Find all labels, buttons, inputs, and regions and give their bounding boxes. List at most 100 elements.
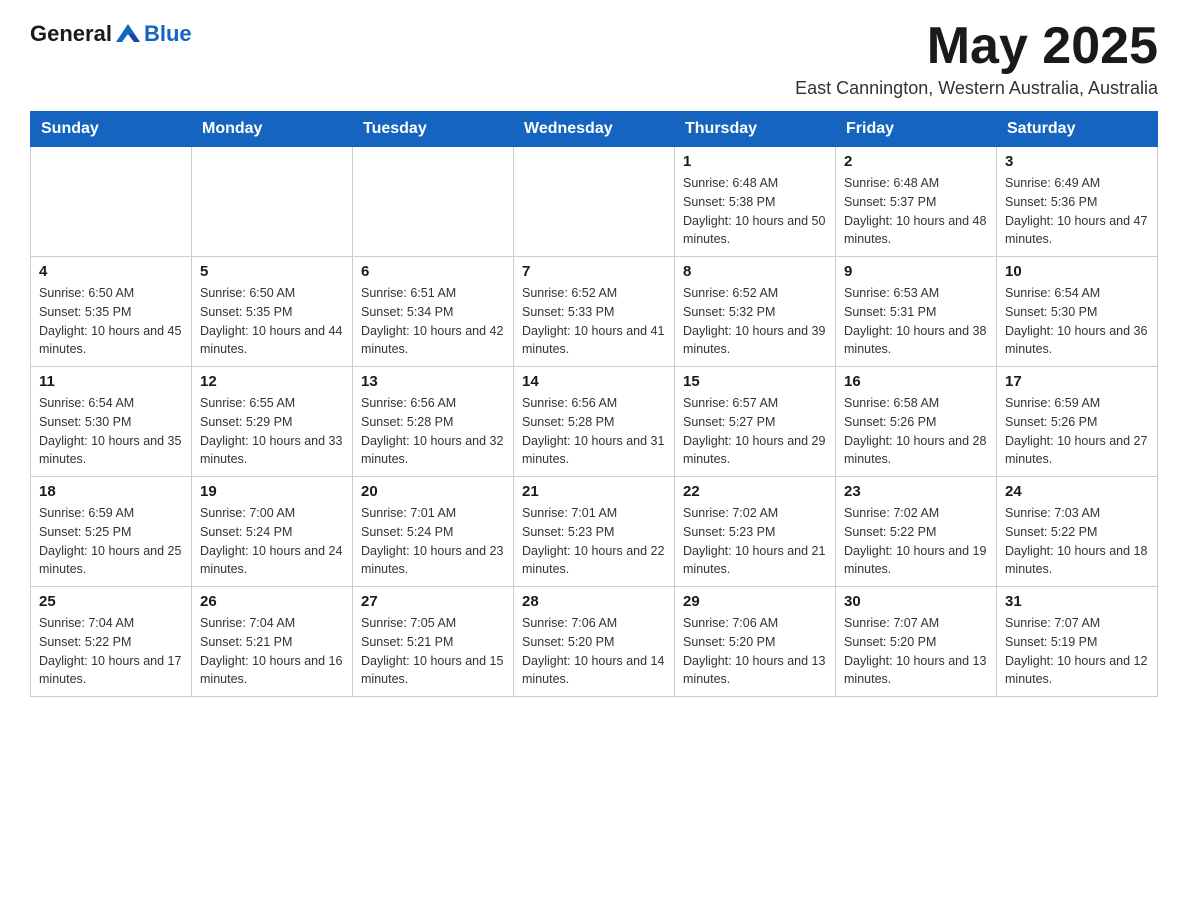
calendar-cell: 6 Sunrise: 6:51 AMSunset: 5:34 PMDaylight… bbox=[353, 257, 514, 367]
day-number: 21 bbox=[522, 483, 666, 500]
day-info: Sunrise: 6:58 AMSunset: 5:26 PMDaylight:… bbox=[844, 394, 988, 469]
day-number: 23 bbox=[844, 483, 988, 500]
calendar-cell: 15 Sunrise: 6:57 AMSunset: 5:27 PMDayligh… bbox=[675, 367, 836, 477]
calendar-cell: 1 Sunrise: 6:48 AMSunset: 5:38 PMDaylight… bbox=[675, 147, 836, 257]
day-info: Sunrise: 6:55 AMSunset: 5:29 PMDaylight:… bbox=[200, 394, 344, 469]
day-info: Sunrise: 6:56 AMSunset: 5:28 PMDaylight:… bbox=[522, 394, 666, 469]
month-title: May 2025 bbox=[927, 20, 1158, 72]
page-header: General Blue May 2025 bbox=[30, 20, 1158, 72]
day-number: 6 bbox=[361, 263, 505, 280]
day-info: Sunrise: 7:04 AMSunset: 5:22 PMDaylight:… bbox=[39, 614, 183, 689]
calendar-cell: 7Sunrise: 6:52 AMSunset: 5:33 PMDaylight… bbox=[514, 257, 675, 367]
calendar-cell: 21 Sunrise: 7:01 AMSunset: 5:23 PMDayligh… bbox=[514, 477, 675, 587]
day-number: 10 bbox=[1005, 263, 1149, 280]
day-info: Sunrise: 7:01 AMSunset: 5:23 PMDaylight:… bbox=[522, 504, 666, 579]
calendar-cell: 31 Sunrise: 7:07 AMSunset: 5:19 PMDayligh… bbox=[997, 587, 1158, 697]
day-number: 28 bbox=[522, 593, 666, 610]
calendar-cell: 25Sunrise: 7:04 AMSunset: 5:22 PMDayligh… bbox=[31, 587, 192, 697]
calendar-cell: 13 Sunrise: 6:56 AMSunset: 5:28 PMDayligh… bbox=[353, 367, 514, 477]
day-number: 4 bbox=[39, 263, 183, 280]
weekday-header-saturday: Saturday bbox=[997, 112, 1158, 147]
day-number: 11 bbox=[39, 373, 183, 390]
day-info: Sunrise: 7:01 AMSunset: 5:24 PMDaylight:… bbox=[361, 504, 505, 579]
day-number: 29 bbox=[683, 593, 827, 610]
day-info: Sunrise: 6:48 AMSunset: 5:37 PMDaylight:… bbox=[844, 174, 988, 249]
day-number: 13 bbox=[361, 373, 505, 390]
calendar-cell: 12 Sunrise: 6:55 AMSunset: 5:29 PMDayligh… bbox=[192, 367, 353, 477]
day-info: Sunrise: 6:59 AMSunset: 5:25 PMDaylight:… bbox=[39, 504, 183, 579]
calendar-cell: 17Sunrise: 6:59 AMSunset: 5:26 PMDayligh… bbox=[997, 367, 1158, 477]
calendar-week-row: 18 Sunrise: 6:59 AMSunset: 5:25 PMDayligh… bbox=[31, 477, 1158, 587]
calendar-cell: 30Sunrise: 7:07 AMSunset: 5:20 PMDayligh… bbox=[836, 587, 997, 697]
calendar-cell: 20 Sunrise: 7:01 AMSunset: 5:24 PMDayligh… bbox=[353, 477, 514, 587]
weekday-header-thursday: Thursday bbox=[675, 112, 836, 147]
day-number: 14 bbox=[522, 373, 666, 390]
calendar-cell: 22 Sunrise: 7:02 AMSunset: 5:23 PMDayligh… bbox=[675, 477, 836, 587]
weekday-header-wednesday: Wednesday bbox=[514, 112, 675, 147]
day-info: Sunrise: 6:57 AMSunset: 5:27 PMDaylight:… bbox=[683, 394, 827, 469]
calendar-cell: 2 Sunrise: 6:48 AMSunset: 5:37 PMDaylight… bbox=[836, 147, 997, 257]
day-number: 15 bbox=[683, 373, 827, 390]
day-info: Sunrise: 6:51 AMSunset: 5:34 PMDaylight:… bbox=[361, 284, 505, 359]
day-info: Sunrise: 7:04 AMSunset: 5:21 PMDaylight:… bbox=[200, 614, 344, 689]
day-number: 18 bbox=[39, 483, 183, 500]
calendar-cell: 9 Sunrise: 6:53 AMSunset: 5:31 PMDaylight… bbox=[836, 257, 997, 367]
day-info: Sunrise: 6:54 AMSunset: 5:30 PMDaylight:… bbox=[39, 394, 183, 469]
day-info: Sunrise: 7:02 AMSunset: 5:23 PMDaylight:… bbox=[683, 504, 827, 579]
logo-icon bbox=[114, 20, 142, 48]
day-number: 1 bbox=[683, 153, 827, 170]
calendar-cell: 27 Sunrise: 7:05 AMSunset: 5:21 PMDayligh… bbox=[353, 587, 514, 697]
day-number: 27 bbox=[361, 593, 505, 610]
calendar-cell bbox=[192, 147, 353, 257]
calendar-table: SundayMondayTuesdayWednesdayThursdayFrid… bbox=[30, 111, 1158, 697]
day-info: Sunrise: 7:07 AMSunset: 5:19 PMDaylight:… bbox=[1005, 614, 1149, 689]
calendar-cell: 3Sunrise: 6:49 AMSunset: 5:36 PMDaylight… bbox=[997, 147, 1158, 257]
day-info: Sunrise: 6:49 AMSunset: 5:36 PMDaylight:… bbox=[1005, 174, 1149, 249]
weekday-header-row: SundayMondayTuesdayWednesdayThursdayFrid… bbox=[31, 112, 1158, 147]
logo-blue-text: Blue bbox=[144, 21, 192, 47]
day-info: Sunrise: 7:05 AMSunset: 5:21 PMDaylight:… bbox=[361, 614, 505, 689]
day-number: 8 bbox=[683, 263, 827, 280]
day-number: 20 bbox=[361, 483, 505, 500]
calendar-cell: 23 Sunrise: 7:02 AMSunset: 5:22 PMDayligh… bbox=[836, 477, 997, 587]
day-number: 9 bbox=[844, 263, 988, 280]
day-info: Sunrise: 7:06 AMSunset: 5:20 PMDaylight:… bbox=[522, 614, 666, 689]
day-info: Sunrise: 6:50 AMSunset: 5:35 PMDaylight:… bbox=[200, 284, 344, 359]
calendar-week-row: 4 Sunrise: 6:50 AMSunset: 5:35 PMDaylight… bbox=[31, 257, 1158, 367]
location-subtitle: East Cannington, Western Australia, Aust… bbox=[30, 78, 1158, 99]
calendar-week-row: 11 Sunrise: 6:54 AMSunset: 5:30 PMDayligh… bbox=[31, 367, 1158, 477]
day-info: Sunrise: 6:53 AMSunset: 5:31 PMDaylight:… bbox=[844, 284, 988, 359]
calendar-cell: 11 Sunrise: 6:54 AMSunset: 5:30 PMDayligh… bbox=[31, 367, 192, 477]
day-info: Sunrise: 6:50 AMSunset: 5:35 PMDaylight:… bbox=[39, 284, 183, 359]
day-info: Sunrise: 6:56 AMSunset: 5:28 PMDaylight:… bbox=[361, 394, 505, 469]
calendar-cell: 5Sunrise: 6:50 AMSunset: 5:35 PMDaylight… bbox=[192, 257, 353, 367]
calendar-cell: 28 Sunrise: 7:06 AMSunset: 5:20 PMDayligh… bbox=[514, 587, 675, 697]
day-number: 2 bbox=[844, 153, 988, 170]
day-info: Sunrise: 7:02 AMSunset: 5:22 PMDaylight:… bbox=[844, 504, 988, 579]
weekday-header-monday: Monday bbox=[192, 112, 353, 147]
calendar-cell: 14 Sunrise: 6:56 AMSunset: 5:28 PMDayligh… bbox=[514, 367, 675, 477]
day-number: 31 bbox=[1005, 593, 1149, 610]
day-number: 22 bbox=[683, 483, 827, 500]
weekday-header-tuesday: Tuesday bbox=[353, 112, 514, 147]
calendar-week-row: 25Sunrise: 7:04 AMSunset: 5:22 PMDayligh… bbox=[31, 587, 1158, 697]
calendar-cell bbox=[31, 147, 192, 257]
day-number: 12 bbox=[200, 373, 344, 390]
calendar-cell bbox=[514, 147, 675, 257]
day-number: 24 bbox=[1005, 483, 1149, 500]
calendar-cell: 16Sunrise: 6:58 AMSunset: 5:26 PMDayligh… bbox=[836, 367, 997, 477]
calendar-cell: 4 Sunrise: 6:50 AMSunset: 5:35 PMDaylight… bbox=[31, 257, 192, 367]
weekday-header-friday: Friday bbox=[836, 112, 997, 147]
day-info: Sunrise: 6:54 AMSunset: 5:30 PMDaylight:… bbox=[1005, 284, 1149, 359]
weekday-header-sunday: Sunday bbox=[31, 112, 192, 147]
day-info: Sunrise: 7:00 AMSunset: 5:24 PMDaylight:… bbox=[200, 504, 344, 579]
day-info: Sunrise: 6:48 AMSunset: 5:38 PMDaylight:… bbox=[683, 174, 827, 249]
calendar-cell: 8Sunrise: 6:52 AMSunset: 5:32 PMDaylight… bbox=[675, 257, 836, 367]
day-info: Sunrise: 6:59 AMSunset: 5:26 PMDaylight:… bbox=[1005, 394, 1149, 469]
day-info: Sunrise: 6:52 AMSunset: 5:33 PMDaylight:… bbox=[522, 284, 666, 359]
calendar-cell bbox=[353, 147, 514, 257]
calendar-cell: 10 Sunrise: 6:54 AMSunset: 5:30 PMDayligh… bbox=[997, 257, 1158, 367]
day-number: 26 bbox=[200, 593, 344, 610]
calendar-cell: 26 Sunrise: 7:04 AMSunset: 5:21 PMDayligh… bbox=[192, 587, 353, 697]
logo-general-text: General bbox=[30, 21, 112, 47]
